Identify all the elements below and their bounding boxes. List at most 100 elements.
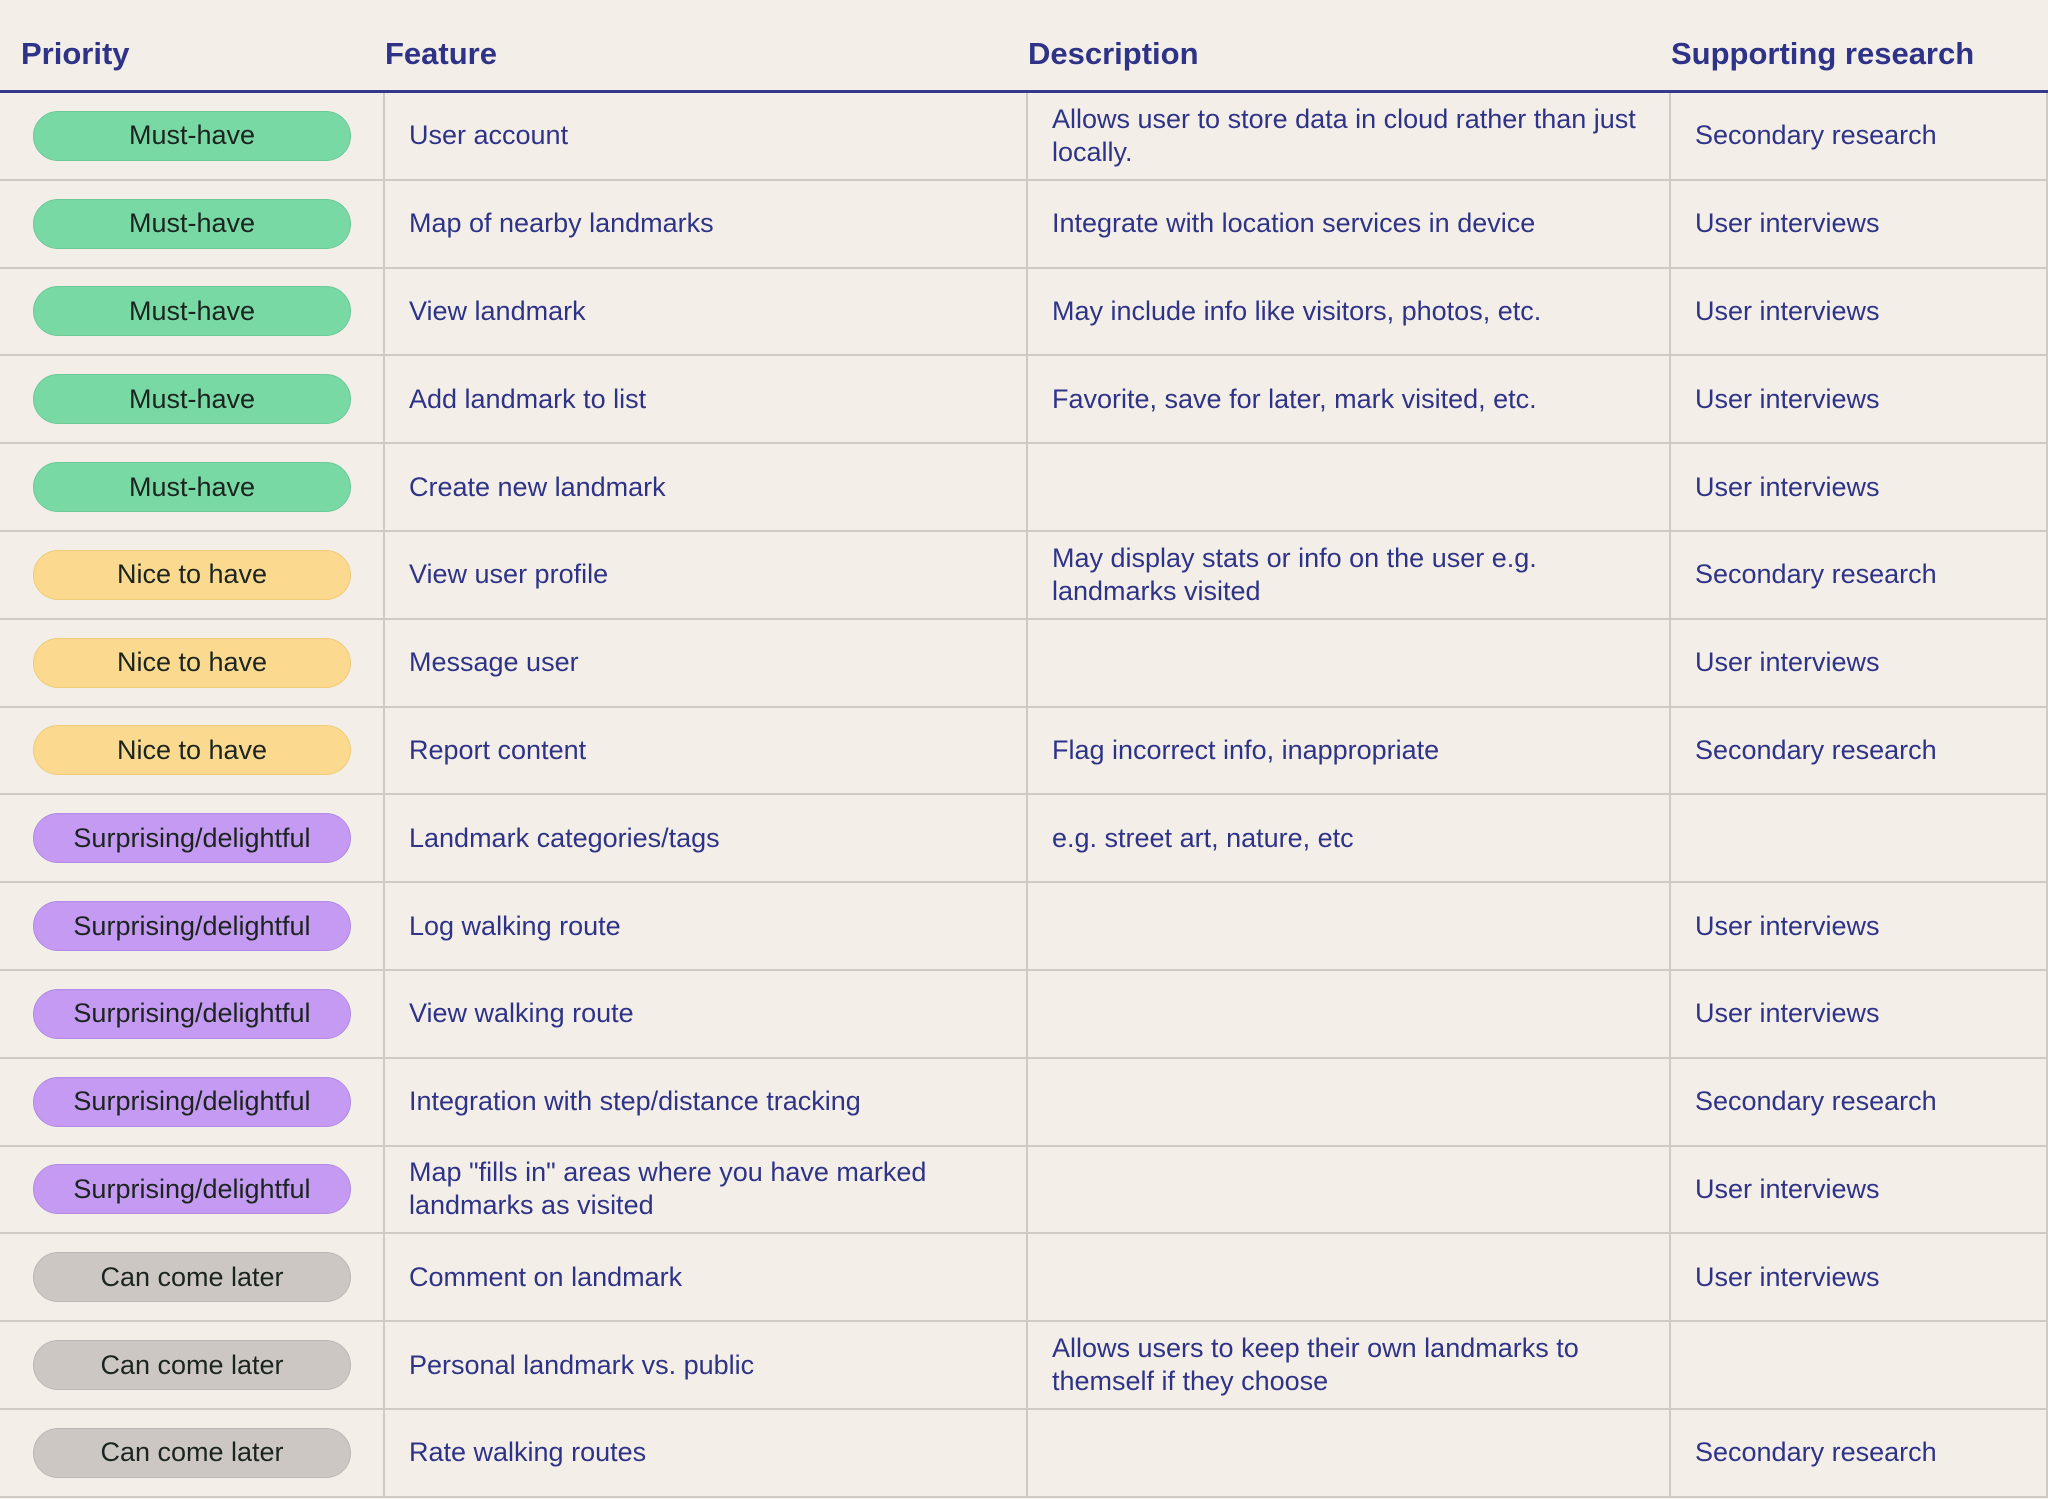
priority-badge: Must-have: [33, 462, 351, 513]
priority-cell: Can come later: [0, 1322, 385, 1408]
table-row: Nice to have Message user User interviews: [0, 619, 2048, 708]
table-row: Can come later Rate walking routes Seconda…: [0, 1409, 2048, 1498]
feature-priority-table: Priority Feature Description Supporting …: [0, 0, 2048, 1498]
feature-cell: Map "fills in" areas where you have mark…: [385, 1146, 1028, 1233]
table-header: Priority Feature Description Supporting …: [0, 0, 2048, 93]
description-cell: [1028, 883, 1671, 969]
table-row: Must-have Add landmark to list Favorite, s…: [0, 356, 2048, 445]
header-description: Description: [1028, 36, 1199, 71]
priority-badge: Surprising/delightful: [33, 988, 351, 1039]
header-feature: Feature: [385, 36, 497, 71]
description-cell: [1028, 970, 1671, 1057]
description-cell: [1028, 1409, 1671, 1496]
table-row: Surprising/delightful View walking route U…: [0, 970, 2048, 1059]
research-cell: User interviews: [1671, 268, 2048, 355]
priority-cell: Must-have: [0, 444, 385, 530]
priority-cell: Surprising/delightful: [0, 795, 385, 882]
priority-cell: Surprising/delightful: [0, 1058, 385, 1145]
feature-cell: Map of nearby landmarks: [385, 180, 1028, 267]
research-cell: Secondary research: [1671, 707, 2048, 794]
feature-cell: User account: [385, 93, 1028, 179]
research-cell: Secondary research: [1671, 1058, 2048, 1145]
priority-badge: Must-have: [33, 110, 351, 161]
feature-cell: Add landmark to list: [385, 356, 1028, 443]
priority-badge: Surprising/delightful: [33, 1164, 351, 1215]
feature-cell: Integration with step/distance tracking: [385, 1058, 1028, 1145]
priority-badge: Must-have: [33, 198, 351, 249]
research-cell: User interviews: [1671, 180, 2048, 267]
research-cell: User interviews: [1671, 883, 2048, 969]
description-cell: Flag incorrect info, inappropriate: [1028, 707, 1671, 794]
table-row: Must-have Create new landmark User intervi…: [0, 444, 2048, 532]
feature-cell: Rate walking routes: [385, 1409, 1028, 1496]
research-cell: User interviews: [1671, 1146, 2048, 1233]
feature-cell: Message user: [385, 619, 1028, 706]
research-cell: [1671, 1322, 2048, 1408]
table-row: Must-have User account Allows user to stor…: [0, 93, 2048, 181]
description-cell: Allows users to keep their own landmarks…: [1028, 1322, 1671, 1408]
priority-cell: Surprising/delightful: [0, 883, 385, 969]
table-row: Surprising/delightful Map "fills in" area…: [0, 1146, 2048, 1235]
feature-cell: Landmark categories/tags: [385, 795, 1028, 882]
header-supporting-research: Supporting research: [1671, 36, 1975, 71]
priority-badge: Can come later: [33, 1252, 351, 1303]
table-body: Must-have User account Allows user to stor…: [0, 93, 2048, 1498]
priority-cell: Nice to have: [0, 707, 385, 794]
priority-cell: Must-have: [0, 180, 385, 267]
table-row: Surprising/delightful Integration with st…: [0, 1058, 2048, 1147]
priority-cell: Nice to have: [0, 531, 385, 618]
description-cell: Allows user to store data in cloud rathe…: [1028, 93, 1671, 179]
description-cell: Integrate with location services in devi…: [1028, 180, 1671, 267]
research-cell: Secondary research: [1671, 1409, 2048, 1496]
priority-cell: Must-have: [0, 268, 385, 355]
table-row: Surprising/delightful Landmark categories…: [0, 795, 2048, 884]
feature-cell: View user profile: [385, 531, 1028, 618]
priority-badge: Surprising/delightful: [33, 901, 351, 952]
table-row: Must-have Map of nearby landmarks Integrat…: [0, 180, 2048, 269]
description-cell: [1028, 619, 1671, 706]
priority-cell: Surprising/delightful: [0, 970, 385, 1057]
research-cell: User interviews: [1671, 970, 2048, 1057]
description-cell: May display stats or info on the user e.…: [1028, 531, 1671, 618]
feature-cell: View landmark: [385, 268, 1028, 355]
priority-cell: Nice to have: [0, 619, 385, 706]
research-cell: User interviews: [1671, 1234, 2048, 1321]
research-cell: Secondary research: [1671, 93, 2048, 179]
research-cell: User interviews: [1671, 619, 2048, 706]
priority-badge: Nice to have: [33, 637, 351, 688]
table-row: Surprising/delightful Log walking route Us…: [0, 883, 2048, 971]
table-row: Nice to have Report content Flag incorrect…: [0, 707, 2048, 796]
description-cell: May include info like visitors, photos, …: [1028, 268, 1671, 355]
description-cell: Favorite, save for later, mark visited, …: [1028, 356, 1671, 443]
research-cell: User interviews: [1671, 444, 2048, 530]
table-row: Must-have View landmark May include info l…: [0, 268, 2048, 357]
priority-cell: Can come later: [0, 1234, 385, 1321]
research-cell: User interviews: [1671, 356, 2048, 443]
priority-cell: Surprising/delightful: [0, 1146, 385, 1233]
table-row: Can come later Comment on landmark User in…: [0, 1234, 2048, 1323]
priority-cell: Must-have: [0, 93, 385, 179]
description-cell: [1028, 444, 1671, 530]
priority-cell: Must-have: [0, 356, 385, 443]
feature-cell: Personal landmark vs. public: [385, 1322, 1028, 1408]
priority-badge: Must-have: [33, 286, 351, 337]
description-cell: [1028, 1146, 1671, 1233]
feature-cell: View walking route: [385, 970, 1028, 1057]
description-cell: [1028, 1058, 1671, 1145]
priority-badge: Nice to have: [33, 725, 351, 776]
priority-badge: Must-have: [33, 374, 351, 425]
header-priority: Priority: [21, 36, 130, 71]
research-cell: [1671, 795, 2048, 882]
feature-cell: Report content: [385, 707, 1028, 794]
feature-cell: Comment on landmark: [385, 1234, 1028, 1321]
priority-badge: Surprising/delightful: [33, 1076, 351, 1127]
feature-cell: Log walking route: [385, 883, 1028, 969]
table-row: Can come later Personal landmark vs. publ…: [0, 1322, 2048, 1410]
priority-badge: Nice to have: [33, 549, 351, 600]
priority-badge: Can come later: [33, 1340, 351, 1391]
table-row: Nice to have View user profile May display…: [0, 531, 2048, 620]
research-cell: Secondary research: [1671, 531, 2048, 618]
priority-badge: Surprising/delightful: [33, 813, 351, 864]
priority-badge: Can come later: [33, 1427, 351, 1478]
feature-cell: Create new landmark: [385, 444, 1028, 530]
